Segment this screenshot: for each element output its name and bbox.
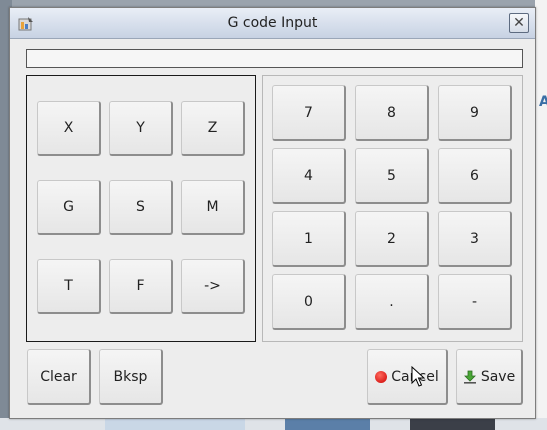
close-icon: ✕: [513, 15, 525, 31]
key-3[interactable]: 3: [438, 211, 512, 267]
key-4[interactable]: 4: [272, 148, 346, 204]
key-0[interactable]: 0: [272, 274, 346, 330]
clear-label: Clear: [40, 368, 77, 385]
key-z[interactable]: Z: [181, 101, 245, 156]
title-bar[interactable]: G code Input ✕: [10, 8, 535, 39]
key-9[interactable]: 9: [438, 85, 512, 141]
key-6[interactable]: 6: [438, 148, 512, 204]
key-y[interactable]: Y: [109, 101, 173, 156]
key-1[interactable]: 1: [272, 211, 346, 267]
key-2[interactable]: 2: [355, 211, 429, 267]
background-text: A: [539, 94, 547, 110]
clear-button[interactable]: Clear: [27, 349, 91, 405]
key-minus[interactable]: -: [438, 274, 512, 330]
key-x[interactable]: X: [37, 101, 101, 156]
close-button[interactable]: ✕: [509, 13, 529, 33]
key-5[interactable]: 5: [355, 148, 429, 204]
cancel-button[interactable]: Cancel: [367, 349, 448, 405]
backspace-label: Bksp: [113, 368, 148, 385]
key-arrow[interactable]: ->: [181, 259, 245, 314]
gcode-display-field[interactable]: [26, 49, 523, 68]
gcode-input-dialog: G code Input ✕ X Y Z G S M T F -> 7 8 9 …: [9, 7, 536, 419]
mouse-cursor-icon: [411, 365, 426, 388]
save-arrow-icon: [463, 370, 477, 384]
red-circle-icon: [375, 370, 388, 383]
key-g[interactable]: G: [37, 180, 101, 235]
key-7[interactable]: 7: [272, 85, 346, 141]
backspace-button[interactable]: Bksp: [99, 349, 163, 405]
digit-keypad: 7 8 9 4 5 6 1 2 3 0 . -: [262, 75, 523, 342]
key-8[interactable]: 8: [355, 85, 429, 141]
key-s[interactable]: S: [109, 180, 173, 235]
key-m[interactable]: M: [181, 180, 245, 235]
key-f[interactable]: F: [109, 259, 173, 314]
letter-keypad: X Y Z G S M T F ->: [26, 75, 256, 342]
background-bottom: [0, 418, 547, 430]
save-label: Save: [480, 368, 516, 385]
background-right: A: [535, 0, 547, 430]
key-dot[interactable]: .: [355, 274, 429, 330]
save-button[interactable]: Save: [456, 349, 523, 405]
window-title: G code Input: [227, 15, 318, 31]
key-t[interactable]: T: [37, 259, 101, 314]
